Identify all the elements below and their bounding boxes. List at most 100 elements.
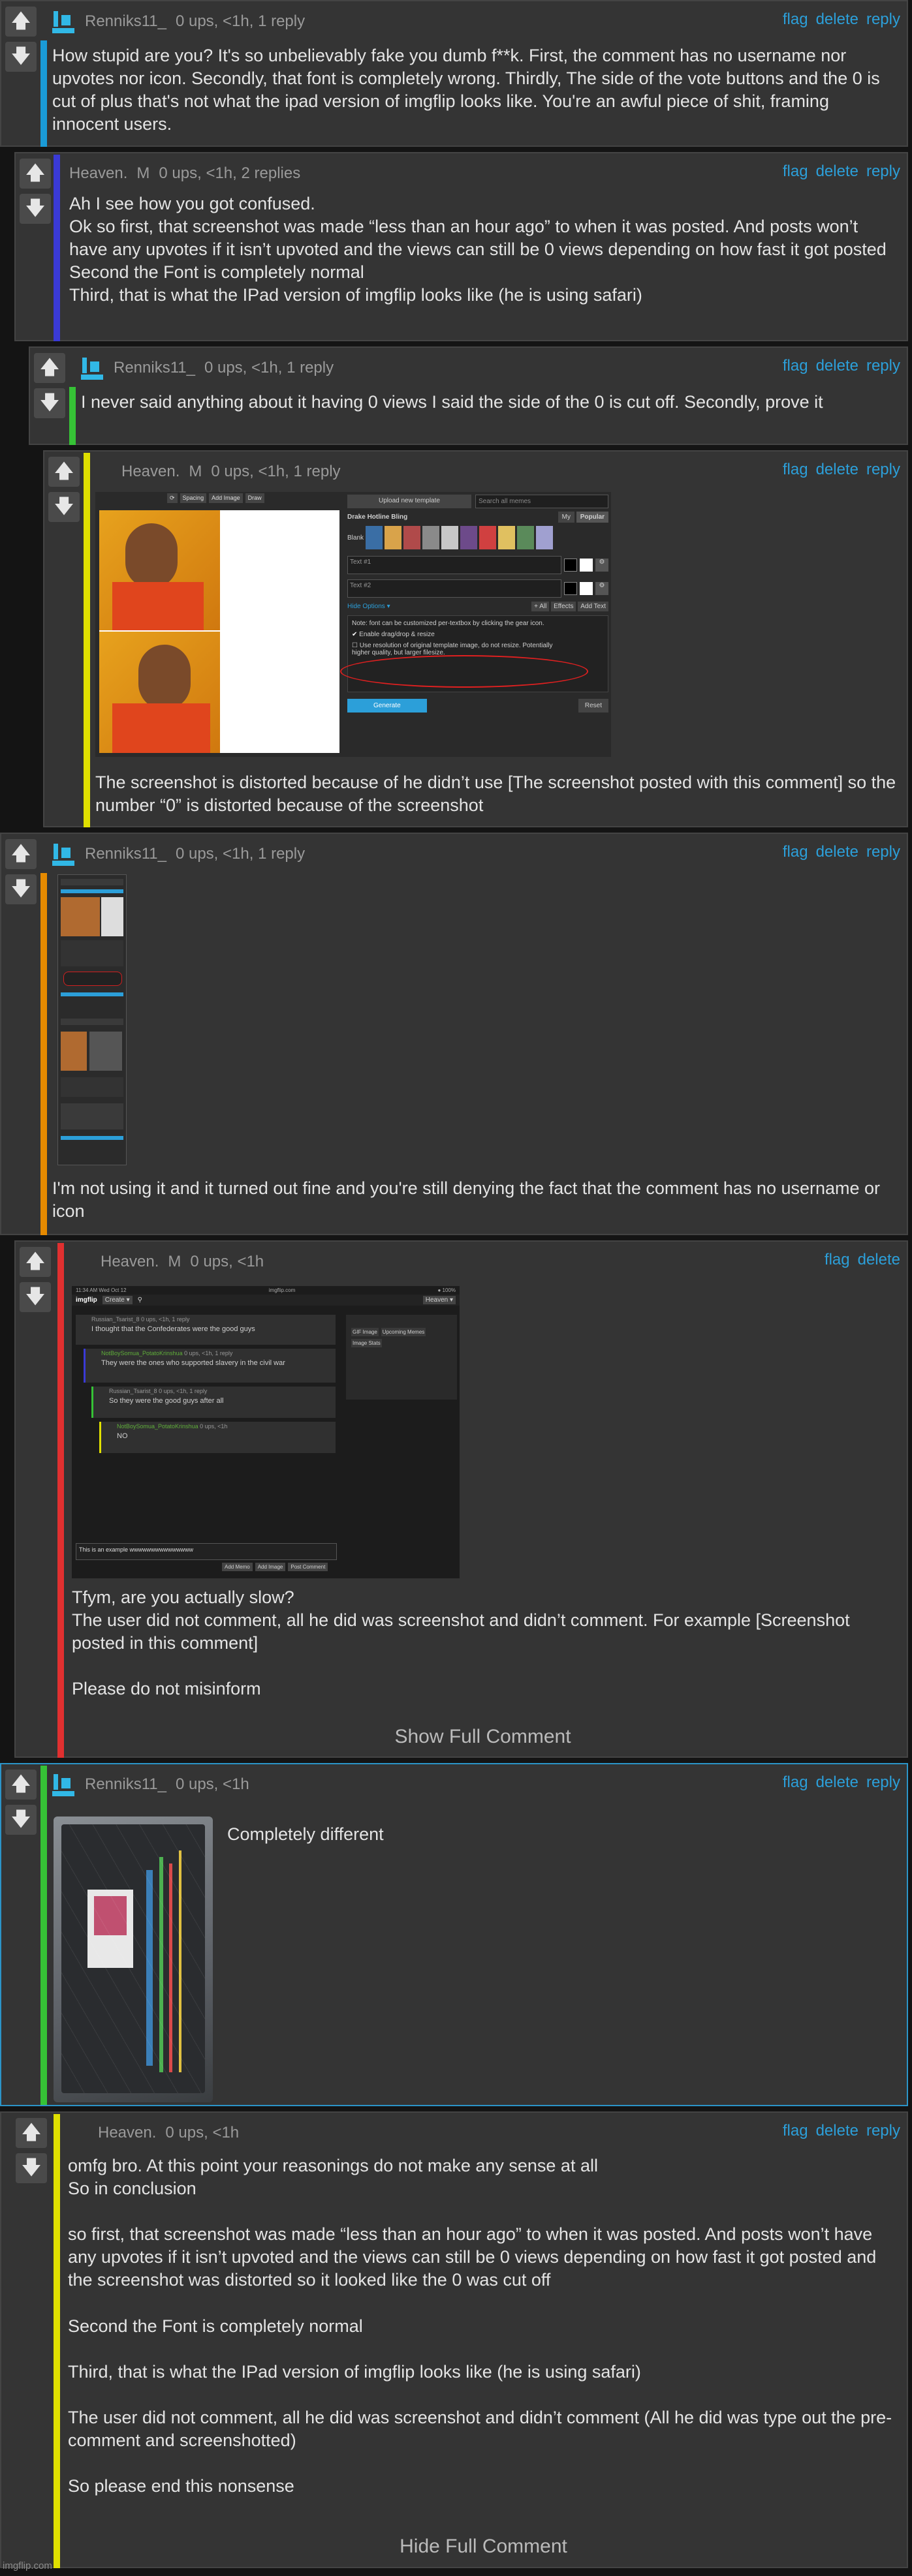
user-tag: M	[136, 164, 150, 182]
flag-link[interactable]: flag	[825, 1251, 850, 1269]
thread-row: NotBoySomua_PotatoKrinshua 0 ups, <1h, 1…	[84, 1349, 336, 1383]
reply-link[interactable]: reply	[866, 843, 900, 861]
add-image-button[interactable]: Add Image	[255, 1563, 286, 1571]
flag-link[interactable]: flag	[783, 843, 808, 861]
flag-link[interactable]: flag	[783, 1773, 808, 1792]
comment-4: 🡅 🡇 Heaven. M 0 ups, <1h, 1 reply flag d…	[43, 450, 908, 827]
comment-text: omfg bro. At this point your reasonings …	[68, 2156, 892, 2496]
upvote-button[interactable]: 🡅	[5, 1770, 37, 1800]
flag-link[interactable]: flag	[783, 10, 808, 29]
flag-link[interactable]: flag	[783, 357, 808, 375]
flag-link[interactable]: flag	[783, 2122, 808, 2140]
upvote-button[interactable]: 🡅	[20, 1247, 51, 1277]
thread-bar	[40, 1766, 47, 2105]
delete-link[interactable]: delete	[816, 10, 858, 29]
text-field-1[interactable]: Text #1	[347, 556, 561, 574]
upvote-button[interactable]: 🡅	[5, 839, 37, 869]
show-full-comment-link[interactable]: Show Full Comment	[67, 1726, 899, 1748]
downvote-button[interactable]: 🡇	[48, 492, 80, 522]
downvote-button[interactable]: 🡇	[5, 874, 37, 904]
reply-link[interactable]: reply	[866, 357, 900, 375]
delete-link[interactable]: delete	[816, 357, 858, 375]
tab-my[interactable]: My	[558, 512, 574, 523]
user-icon	[52, 842, 76, 866]
tab-popular[interactable]: Popular	[576, 512, 608, 523]
thread-bar	[57, 1243, 64, 1758]
user-icon	[52, 1773, 76, 1796]
search-memes-input[interactable]: Search all memes	[475, 495, 608, 508]
thread-row: Russian_Tsarist_8 0 ups, <1h, 1 reply So…	[91, 1387, 336, 1418]
comment-actions: flag delete reply	[783, 843, 900, 861]
upvote-button[interactable]: 🡅	[48, 457, 80, 487]
user-menu[interactable]: Heaven ▾	[422, 1296, 456, 1304]
downvote-button[interactable]: 🡇	[5, 42, 37, 72]
generate-button[interactable]: Generate	[347, 699, 427, 713]
drag-drop-checkbox[interactable]: Enable drag/drop & resize	[359, 631, 435, 638]
comment-meta: 0 ups, <1h	[175, 1775, 249, 1793]
comment-text: How stupid are you? It's so unbelievably…	[52, 46, 880, 134]
delete-link[interactable]: delete	[816, 2122, 858, 2140]
comment-meta: 0 ups, <1h, 1 reply	[204, 359, 334, 376]
comment-header: Renniks11_ 0 ups, <1h, 1 reply	[81, 357, 334, 380]
hide-options-link[interactable]: Hide Options ▾	[347, 603, 390, 610]
downvote-button[interactable]: 🡇	[5, 1805, 37, 1835]
add-memo-button[interactable]: Add Memo	[222, 1563, 253, 1571]
username[interactable]: Heaven.	[121, 463, 180, 481]
original-resolution-checkbox[interactable]: Use resolution of original template imag…	[352, 642, 552, 656]
create-menu[interactable]: Create ▾	[102, 1296, 133, 1304]
thread-bar	[54, 2114, 60, 2568]
username[interactable]: Renniks11_	[114, 359, 195, 377]
thread-row: Russian_Tsarist_8 0 ups, <1h, 1 reply I …	[76, 1315, 336, 1345]
upvote-button[interactable]: 🡅	[34, 353, 65, 383]
meme-generator-screenshot[interactable]: ⟳ Spacing Add Image Draw Upload new temp…	[95, 492, 611, 757]
username[interactable]: Renniks11_	[85, 845, 166, 863]
comment-meta: 0 ups, <1h	[190, 1253, 264, 1270]
delete-link[interactable]: delete	[816, 461, 858, 479]
downvote-button[interactable]: 🡇	[16, 2153, 47, 2183]
username[interactable]: Heaven.	[69, 164, 127, 183]
downvote-button[interactable]: 🡇	[20, 194, 51, 224]
comment-header: Renniks11_ 0 ups, <1h, 1 reply	[52, 10, 305, 33]
ipad-screenshot[interactable]: 11:34 AM Wed Oct 12 imgflip.com ● 100% i…	[72, 1286, 460, 1578]
comment-3: 🡅 🡇 Renniks11_ 0 ups, <1h, 1 reply flag …	[29, 346, 908, 445]
post-comment-button[interactable]: Post Comment	[288, 1563, 328, 1571]
red-circle-annotation	[340, 655, 588, 688]
comment-5: 🡅 🡇 Renniks11_ 0 ups, <1h, 1 reply flag …	[0, 833, 908, 1235]
downvote-button[interactable]: 🡇	[20, 1282, 51, 1312]
upload-template-button[interactable]: Upload new template	[347, 495, 471, 508]
delete-link[interactable]: delete	[816, 162, 858, 181]
username[interactable]: Heaven.	[98, 2124, 156, 2142]
username[interactable]: Heaven.	[101, 1253, 159, 1271]
phone-screenshot[interactable]	[57, 874, 127, 1165]
thread-bar	[54, 155, 60, 341]
search-icon[interactable]: ⚲	[138, 1296, 142, 1304]
reset-button[interactable]: Reset	[578, 699, 608, 713]
flag-link[interactable]: flag	[783, 461, 808, 479]
username[interactable]: Renniks11_	[85, 1775, 166, 1794]
reply-link[interactable]: reply	[866, 461, 900, 479]
delete-link[interactable]: delete	[816, 1773, 858, 1792]
delete-link[interactable]: delete	[816, 843, 858, 861]
thread-bar	[84, 453, 90, 827]
delete-link[interactable]: delete	[858, 1251, 900, 1269]
comment-7: 🡅 🡇 Renniks11_ 0 ups, <1h flag delete re…	[0, 1763, 908, 2106]
text-field-2[interactable]: Text #2	[347, 579, 561, 598]
comment-header: Renniks11_ 0 ups, <1h, 1 reply	[52, 842, 305, 866]
downvote-button[interactable]: 🡇	[34, 388, 65, 418]
reply-link[interactable]: reply	[866, 10, 900, 29]
user-icon	[52, 10, 76, 33]
imgflip-logo[interactable]: imgflip	[76, 1296, 97, 1304]
gear-icon[interactable]: ⚙	[595, 582, 608, 595]
reply-link[interactable]: reply	[866, 162, 900, 181]
hide-full-comment-link[interactable]: Hide Full Comment	[68, 2536, 899, 2558]
flag-link[interactable]: flag	[783, 162, 808, 181]
upvote-button[interactable]: 🡅	[20, 159, 51, 189]
reply-link[interactable]: reply	[866, 2122, 900, 2140]
ipad-photo[interactable]	[54, 1817, 213, 2102]
upvote-button[interactable]: 🡅	[16, 2118, 47, 2148]
comment-input[interactable]: This is an example wwwwwwwwwwwwwww	[76, 1543, 337, 1560]
upvote-button[interactable]: 🡅	[5, 7, 37, 37]
gear-icon[interactable]: ⚙	[595, 559, 608, 572]
username[interactable]: Renniks11_	[85, 12, 166, 31]
reply-link[interactable]: reply	[866, 1773, 900, 1792]
